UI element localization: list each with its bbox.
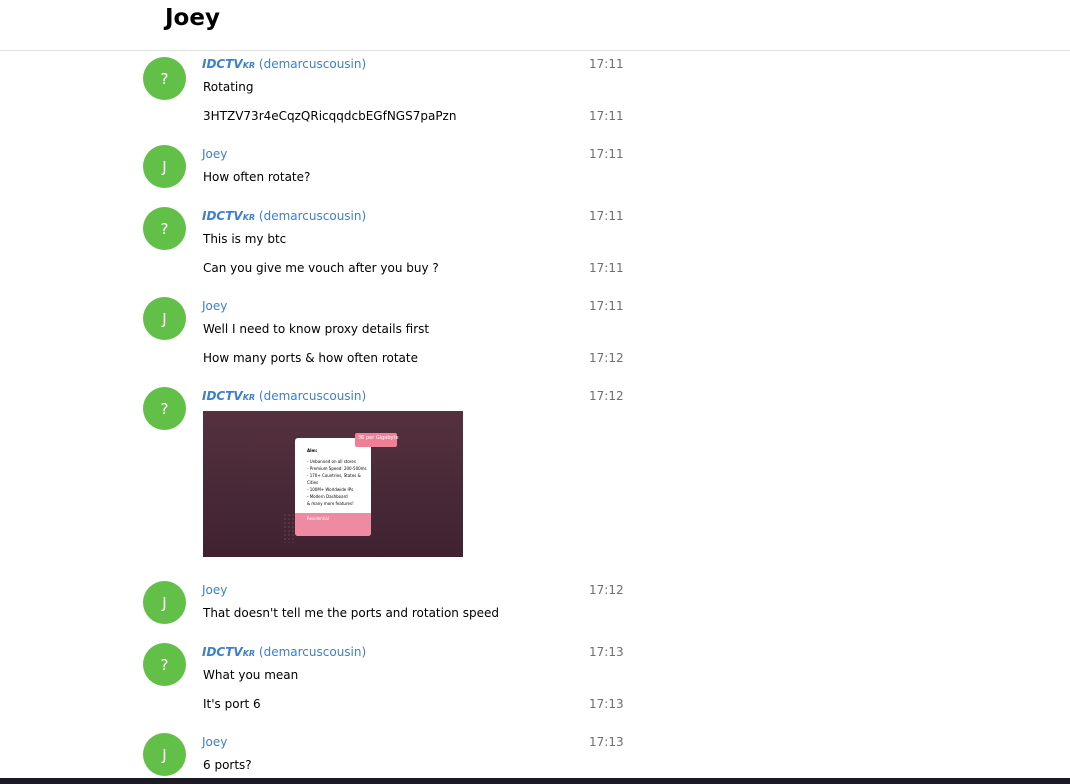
message-time: 17:13 [589,645,624,659]
message-text: It's port 6 [203,697,261,711]
promo-feature: - Premium Speed: 200-500ms [307,466,367,471]
promo-feature: - Modern Dashboard [307,494,348,499]
avatar[interactable]: ? [143,643,186,686]
message-time: 17:12 [589,351,624,365]
message-time: 17:13 [589,697,624,711]
promo-feature-list: - Unbanned on all stores - Premium Speed… [307,458,371,507]
message-photo[interactable]: Alm: - Unbanned on all stores - Premium … [203,411,463,557]
avatar[interactable]: J [143,297,186,340]
avatar[interactable]: ? [143,387,186,430]
promo-card-footer: Residential [295,513,371,536]
message-time: 17:11 [589,57,624,71]
message-time: 17:12 [589,583,624,597]
promo-card-title: Alm: [307,448,318,453]
promo-feature: - 170+ Countries, States & Cities [307,473,361,485]
sender-name[interactable]: IDCTVKR (demarcuscousin) [202,389,366,403]
message-text: This is my btc [203,232,287,246]
message-time: 17:11 [589,209,624,223]
message-time: 17:11 [589,261,624,275]
message-text: How often rotate? [203,170,311,184]
avatar[interactable]: ? [143,57,186,100]
message-text: Well I need to know proxy details first [203,322,430,336]
message-time: 17:11 [589,109,624,123]
message-text: What you mean [203,668,299,682]
promo-card: Alm: - Unbanned on all stores - Premium … [295,438,371,536]
promo-feature: & many more features! [307,501,354,506]
sender-name[interactable]: Joey [202,735,227,749]
sender-name[interactable]: IDCTVKR (demarcuscousin) [202,209,366,223]
avatar[interactable]: J [143,581,186,624]
chat-header: Joey [0,0,1070,51]
chat-title: Joey [165,5,220,31]
chat-window: Joey ? IDCTVKR (demarcuscousin) 17:11 Ro… [0,0,1070,784]
promo-feature: - Unbanned on all stores [307,459,356,464]
message-text: Rotating [203,80,254,94]
message-text: Can you give me vouch after you buy ? [203,261,439,275]
sender-name[interactable]: IDCTVKR (demarcuscousin) [202,57,366,71]
avatar[interactable]: J [143,145,186,188]
taskbar [0,778,1070,784]
message-text: 3HTZV73r4eCqzQRicqqdcbEGfNGS7paPzn [203,109,457,123]
sender-name[interactable]: Joey [202,299,227,313]
message-text: How many ports & how often rotate [203,351,418,365]
message-time: 17:11 [589,147,624,161]
promo-price-badge: 36 per Gigabyte [355,433,399,447]
sender-name[interactable]: IDCTVKR (demarcuscousin) [202,645,366,659]
message-time: 17:13 [589,735,624,749]
message-text: 6 ports? [203,758,252,772]
promo-footer-title: Residential [307,516,330,521]
sender-name[interactable]: Joey [202,147,227,161]
avatar[interactable]: J [143,733,186,776]
sender-name[interactable]: Joey [202,583,227,597]
message-time: 17:12 [589,389,624,403]
avatar[interactable]: ? [143,207,186,250]
message-time: 17:11 [589,299,624,313]
decorative-dots [283,513,295,543]
message-text: That doesn't tell me the ports and rotat… [203,606,499,620]
promo-feature: - 100M+ Worldwide IPs [307,487,354,492]
